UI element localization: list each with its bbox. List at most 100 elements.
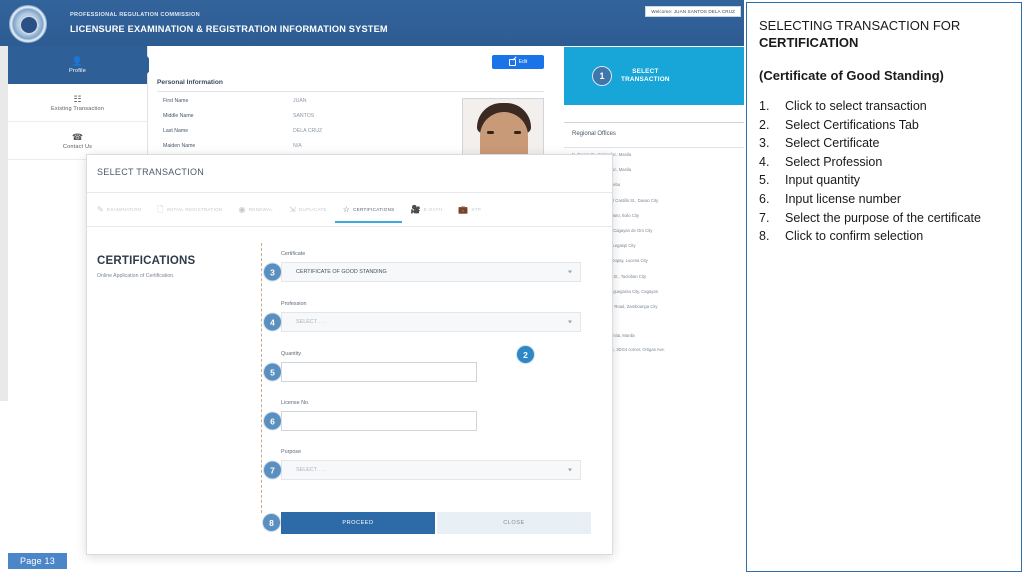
purpose-select[interactable]: 7 SELECT . . .	[263, 460, 581, 480]
tab-label: RENEWAL	[248, 207, 274, 212]
field-label-middle-name: Middle Name	[163, 113, 194, 119]
sidebar-item-profile[interactable]: 👤 Profile	[8, 46, 155, 84]
agency-name: PROFESSIONAL REGULATION COMMISSION	[70, 12, 200, 18]
step-text: Click to select transaction	[785, 99, 927, 113]
panel-subheading: Online Application of Certification.	[97, 273, 175, 279]
field-certificate: Certificate 3 CERTIFICATE OF GOOD STANDI…	[263, 251, 581, 282]
sidebar-item-label: Contact Us	[62, 143, 93, 150]
tab-label: EXAMINATION	[106, 207, 142, 212]
fingerprint-icon: ◉	[238, 204, 246, 214]
field-value-maiden-name: N/A	[293, 143, 302, 149]
prc-seal-icon	[9, 5, 47, 43]
sidebar-item-label: Profile	[69, 68, 86, 74]
step-text: Select Certificate	[785, 136, 880, 151]
sidebar-item-label: Existing Transaction	[50, 105, 105, 112]
tab-label: E-OATH	[423, 207, 443, 212]
list-item: 1. Click to select transaction	[759, 97, 1009, 116]
tab-examination[interactable]: ✎ EXAMINATION	[95, 198, 143, 222]
tile-label-line1: SELECT	[632, 67, 659, 75]
notes-subtitle: (Certificate of Good Standing)	[759, 68, 944, 83]
tab-renewal[interactable]: ◉ RENEWAL	[237, 198, 276, 222]
regional-offices-title: Regional Offices	[572, 131, 616, 137]
step-text: Select the purpose of the certificate	[785, 210, 981, 225]
page-number-badge: Page 13	[8, 553, 67, 569]
step-text: Input quantity	[785, 173, 861, 188]
field-value-first-name: JUAN	[293, 98, 307, 104]
list-item: 3. Select Certificate	[759, 134, 1009, 153]
profession-select-value: SELECT . . .	[296, 319, 326, 325]
step-number: 4.	[759, 154, 770, 169]
notes-title: SELECTING TRANSACTION FOR CERTIFICATION	[759, 17, 1009, 51]
step-number: 8.	[759, 229, 770, 244]
chevron-down-icon	[568, 468, 572, 472]
section-title: Personal Information	[157, 79, 223, 86]
certificate-select-value: CERTIFICATE OF GOOD STANDING	[296, 269, 387, 275]
quantity-input[interactable]: 5	[263, 362, 477, 382]
divider	[157, 91, 544, 92]
step-text: Input license number	[785, 191, 902, 206]
welcome-user-chip: Welcome: JUAN SANTOS DELA CRUZ	[645, 6, 741, 17]
step-text: Select Profession	[785, 154, 883, 169]
field-value-middle-name: SANTOS	[293, 113, 315, 119]
step-number: 7.	[759, 210, 770, 225]
video-icon: 🎥	[410, 204, 421, 214]
field-label: Certificate	[281, 251, 306, 257]
certificate-select[interactable]: 3 CERTIFICATE OF GOOD STANDING	[263, 262, 581, 282]
tab-duplicate[interactable]: ⇲ DUPLICATE	[287, 198, 329, 222]
list-item: 8. Click to confirm selection	[759, 227, 1009, 246]
tab-label: INITIAL REGISTRATION	[166, 207, 223, 212]
list-icon: ☷	[73, 93, 82, 104]
step-number: 3.	[759, 136, 770, 151]
transaction-tabs: ✎ EXAMINATION 🗋 INITIAL REGISTRATION ◉ R…	[87, 193, 612, 227]
close-button[interactable]: CLOSE	[437, 512, 591, 534]
field-license-no: License No. 6	[263, 400, 581, 431]
step-badge-4: 4	[263, 312, 282, 332]
step-text: Select Certifications Tab	[785, 117, 919, 132]
tab-e-oath[interactable]: 🎥 E-OATH	[408, 198, 444, 222]
user-icon: 👤	[71, 56, 84, 66]
step-badge-1: 1	[592, 66, 612, 86]
field-value-last-name: DELA CRUZ	[293, 128, 323, 134]
step-number: 5.	[759, 173, 770, 188]
system-name: LICENSURE EXAMINATION & REGISTRATION INF…	[70, 24, 388, 34]
step-text: Click to confirm selection	[785, 229, 924, 244]
proceed-button[interactable]: PROCEED	[281, 512, 435, 534]
tab-label: DUPLICATE	[298, 207, 327, 212]
slide-canvas: PROFESSIONAL REGULATION COMMISSION LICEN…	[0, 0, 1024, 576]
field-label: Profession	[281, 301, 307, 307]
tab-certifications[interactable]: ☆ CERTIFICATIONS	[334, 198, 403, 223]
edit-button-label: Edit	[518, 59, 528, 65]
list-item: 5. Input quantity	[759, 171, 1009, 190]
tab-initial-registration[interactable]: 🗋 INITIAL REGISTRATION	[155, 198, 224, 222]
sidebar-item-existing-transaction[interactable]: ☷ Existing Transaction	[8, 84, 147, 122]
tab-label: STP	[471, 207, 482, 212]
purpose-select-value: SELECT . . .	[296, 467, 326, 473]
tab-stp[interactable]: 💼 STP	[456, 198, 483, 222]
phone-icon: ☎	[71, 131, 84, 142]
field-label: License No.	[281, 400, 310, 406]
step-number: 6.	[759, 191, 770, 206]
select-transaction-modal: SELECT TRANSACTION ✎ EXAMINATION 🗋 INITI…	[86, 154, 613, 555]
profession-select[interactable]: 4 SELECT . . .	[263, 312, 581, 332]
field-quantity: Quantity 5	[263, 351, 581, 382]
step-badge-3: 3	[263, 262, 282, 282]
edit-button[interactable]: Edit	[492, 55, 544, 69]
modal-actions: 8 PROCEED CLOSE	[262, 512, 601, 534]
field-label-first-name: First Name	[163, 98, 189, 104]
divider	[564, 147, 744, 148]
application-screenshot: PROFESSIONAL REGULATION COMMISSION LICEN…	[0, 0, 744, 576]
modal-body: CERTIFICATIONS Online Application of Cer…	[87, 227, 612, 554]
app-header: PROFESSIONAL REGULATION COMMISSION LICEN…	[0, 0, 744, 46]
step-number: 2.	[759, 117, 770, 132]
chevron-down-icon	[568, 320, 572, 324]
list-item: 6. Input license number	[759, 190, 1009, 209]
pencil-icon: ✎	[97, 204, 104, 214]
step-number: 1.	[759, 99, 770, 113]
notes-step-list: 1. Click to select transaction 2. Select…	[759, 97, 1009, 246]
select-transaction-tile[interactable]: 1 SELECT TRANSACTION	[564, 47, 744, 105]
chevron-down-icon	[568, 270, 572, 274]
license-no-input[interactable]: 6	[263, 411, 477, 431]
field-profession: Profession 4 SELECT . . .	[263, 301, 581, 332]
field-label: Purpose	[281, 449, 302, 455]
notes-title-line1: SELECTING TRANSACTION FOR	[759, 18, 961, 33]
